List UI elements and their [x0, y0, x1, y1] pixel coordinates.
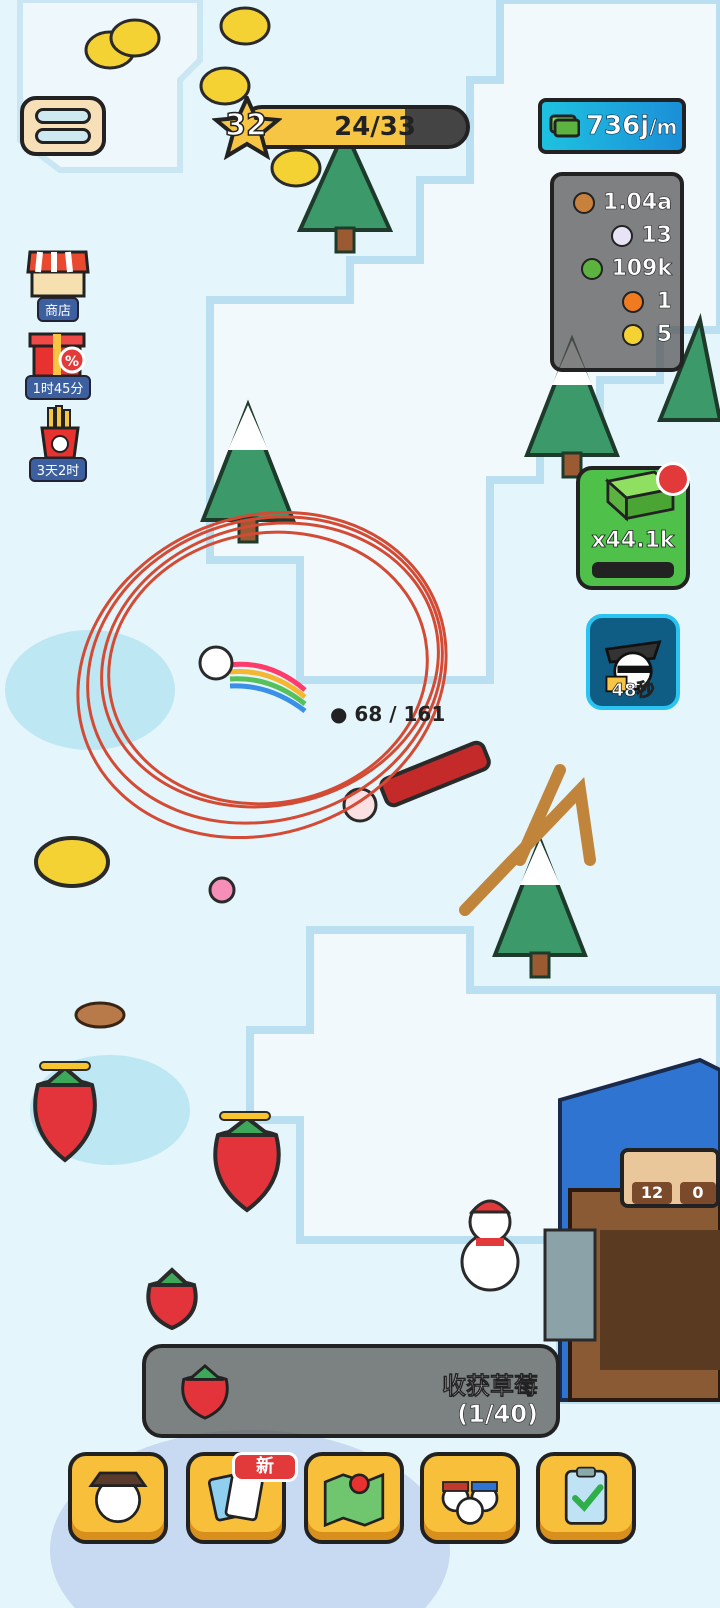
resource-value: 13	[641, 223, 672, 249]
crystal-icon	[611, 224, 634, 247]
nav-team-button[interactable]	[420, 1452, 520, 1544]
quest-progress: (1/40)	[457, 1400, 538, 1429]
quest-title: 收获草莓	[442, 1372, 539, 1401]
svg-text:%: %	[65, 354, 79, 370]
nav-tasks-button[interactable]	[536, 1452, 636, 1544]
ammo-bag-icon: ●	[330, 702, 348, 726]
cash-boost-progress	[592, 562, 674, 578]
shop-button[interactable]: 商店	[22, 244, 94, 322]
resource-row: 13	[554, 219, 672, 252]
cash-value: 736j	[586, 111, 650, 142]
gift-box-icon: %	[26, 322, 90, 378]
shop-stall-icon	[26, 244, 90, 300]
shop-label: 商店	[36, 297, 79, 322]
resource-row: 1.04a	[554, 186, 672, 219]
menu-bar-icon	[35, 128, 91, 144]
pirate-boost-timer: 48秒	[611, 680, 655, 702]
player-level: 32	[224, 107, 267, 144]
ammo-count: 68 / 161	[354, 702, 446, 726]
cash-stack-icon	[548, 110, 581, 142]
cookie-icon	[572, 191, 595, 214]
clipboard-check-icon	[564, 1466, 608, 1525]
resource-value: 1	[656, 289, 672, 315]
notification-dot	[656, 462, 690, 496]
menu-bar-icon	[35, 108, 91, 124]
fries-icon	[26, 404, 90, 460]
nav-character-button[interactable]	[68, 1452, 168, 1544]
resource-row: 5	[554, 318, 672, 351]
cash-unit: /m	[649, 115, 678, 140]
cash-boost-button[interactable]: x44.1k	[576, 462, 690, 590]
fries-event-button[interactable]: 3天2时	[22, 404, 94, 482]
barn-strawberry-count: 12	[632, 1182, 672, 1204]
resource-value: 1.04a	[602, 190, 673, 216]
resource-row: 1	[554, 285, 672, 318]
character-icon	[88, 1471, 148, 1523]
quest-banner[interactable]: 收获草莓 (1/40)	[142, 1344, 560, 1438]
gift-sale-button[interactable]: % 1时45分	[22, 322, 94, 400]
gift-sale-timer: 1时45分	[24, 375, 92, 400]
resource-panel: 1.04a 13 109k 1 5	[550, 172, 684, 372]
new-badge: 新	[232, 1452, 298, 1482]
resource-row: 109k	[554, 252, 672, 285]
resource-value: 109k	[611, 256, 672, 282]
menu-button[interactable]	[20, 96, 106, 156]
barn-carrot-count: 0	[680, 1182, 716, 1204]
cash-rate-display[interactable]: 736j/m	[538, 98, 686, 154]
fries-event-timer: 3天2时	[28, 457, 88, 482]
strawberry-icon	[181, 1363, 229, 1420]
map-icon	[323, 1472, 385, 1527]
game-viewport[interactable]: 24/33 32 736j/m 1.04a 13 109k 1 5 商店 % 1…	[0, 0, 720, 1608]
cash-boost-multiplier: x44.1k	[591, 528, 675, 554]
team-icon	[441, 1481, 499, 1525]
carrot-icon	[622, 290, 644, 313]
lemon-icon	[622, 323, 644, 346]
cash-rate-text: 736j/m	[586, 111, 678, 142]
cash-stack-icon	[581, 257, 604, 280]
resource-value: 5	[656, 322, 672, 348]
pirate-boost-button[interactable]: 48秒	[586, 614, 680, 710]
nav-map-button[interactable]	[304, 1452, 404, 1544]
ammo-counter: ● 68 / 161	[330, 702, 445, 726]
barn-storage-display[interactable]: 12 0	[620, 1148, 720, 1208]
